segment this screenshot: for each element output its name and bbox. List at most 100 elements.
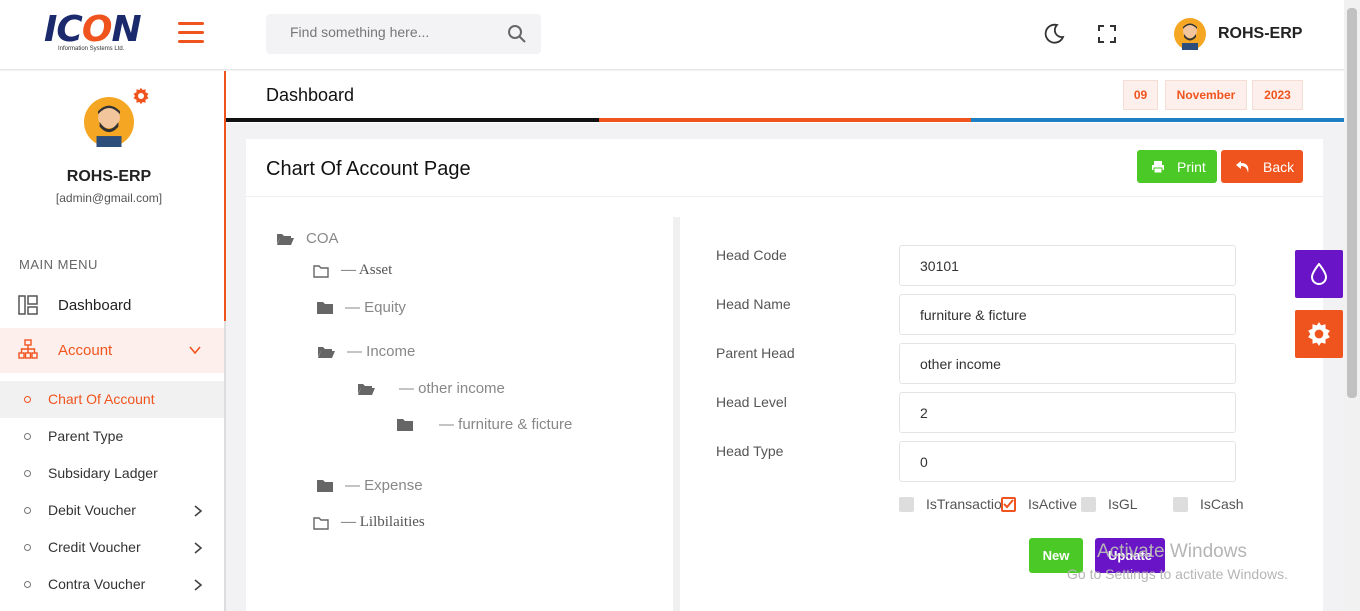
sidebar-subitem-label: Subsidary Ladger bbox=[48, 465, 158, 481]
brand-logo[interactable]: ICON Information Systems Ltd. bbox=[44, 12, 144, 56]
sidebar-subitem-label: Credit Voucher bbox=[48, 539, 141, 555]
profile-settings-gear-icon[interactable] bbox=[132, 87, 150, 105]
search-icon[interactable] bbox=[507, 24, 527, 44]
sidebar-subitem-label: Chart Of Account bbox=[48, 391, 155, 407]
sidebar-subitem-label: Contra Voucher bbox=[48, 576, 146, 592]
folder-open-icon bbox=[318, 346, 335, 358]
droplet-icon bbox=[1310, 263, 1328, 285]
tree-node-income[interactable]: — Income bbox=[317, 343, 415, 360]
page-header-title: Dashboard bbox=[266, 85, 355, 105]
head-type-input[interactable] bbox=[899, 441, 1236, 482]
bullet-icon bbox=[24, 507, 31, 514]
date-year-badge: 2023 bbox=[1252, 80, 1303, 110]
print-button[interactable]: Print bbox=[1137, 150, 1217, 183]
chevron-right-icon[interactable] bbox=[192, 504, 204, 518]
tree-node-furniture-ficture[interactable]: — furniture & ficture bbox=[397, 416, 572, 433]
user-avatar[interactable] bbox=[1174, 18, 1206, 50]
sidebar: ROHS-ERP [admin@gmail.com] MAIN MENU Das… bbox=[0, 71, 224, 611]
head-name-input[interactable] bbox=[899, 294, 1236, 335]
gear-icon bbox=[1308, 322, 1330, 346]
windows-activation-watermark-text: Go to Settings to activate Windows. bbox=[1067, 566, 1288, 582]
folder-outline-icon bbox=[313, 264, 329, 278]
tree-node-expense[interactable]: — Expense bbox=[317, 477, 423, 494]
bullet-icon bbox=[24, 544, 31, 551]
is-active-checkbox[interactable]: IsActive bbox=[1001, 496, 1077, 512]
head-code-label: Head Code bbox=[716, 247, 787, 263]
folder-open-icon bbox=[277, 233, 294, 245]
sidebar-subitem-label: Parent Type bbox=[48, 428, 124, 444]
chevron-right-icon[interactable] bbox=[192, 541, 204, 555]
head-level-label: Head Level bbox=[716, 394, 787, 410]
profile-email: [admin@gmail.com] bbox=[55, 191, 163, 205]
sitemap-icon bbox=[18, 339, 38, 359]
sidebar-item-dashboard[interactable]: Dashboard bbox=[0, 284, 224, 326]
bullet-icon bbox=[24, 433, 31, 440]
folder-icon bbox=[397, 419, 413, 431]
bullet-icon bbox=[24, 396, 31, 403]
head-level-input[interactable] bbox=[899, 392, 1236, 433]
bullet-icon bbox=[24, 581, 31, 588]
sidebar-subitem-debit-voucher[interactable]: Debit Voucher bbox=[0, 492, 224, 529]
head-type-label: Head Type bbox=[716, 443, 784, 459]
back-label: Back bbox=[1263, 158, 1295, 175]
fullscreen-icon[interactable] bbox=[1097, 24, 1117, 44]
sidebar-border bbox=[224, 71, 226, 611]
tree-node-other-income[interactable]: — other income bbox=[357, 380, 505, 397]
tree-form-divider bbox=[673, 217, 680, 611]
folder-outline-icon bbox=[313, 516, 329, 530]
logo-wordmark: ICON bbox=[44, 9, 142, 50]
profile-name: ROHS-ERP bbox=[66, 168, 152, 185]
chevron-down-icon[interactable] bbox=[188, 343, 202, 357]
folder-icon bbox=[317, 302, 333, 314]
logo-subtitle: Information Systems Ltd. bbox=[58, 46, 125, 52]
back-button[interactable]: Back bbox=[1221, 150, 1303, 183]
sidebar-item-label: Dashboard bbox=[58, 296, 132, 314]
tree-node-asset[interactable]: — Asset bbox=[313, 262, 392, 279]
checkbox-box[interactable] bbox=[1081, 496, 1096, 512]
tree-node-lilbilaities[interactable]: — Lilbilaities bbox=[313, 514, 425, 531]
sidebar-subitem-parent-type[interactable]: Parent Type bbox=[0, 418, 224, 455]
head-code-input[interactable] bbox=[899, 245, 1236, 286]
sidebar-subitem-subsidary-ladger[interactable]: Subsidary Ladger bbox=[0, 455, 224, 492]
checkbox-box[interactable] bbox=[899, 496, 914, 512]
hamburger-menu-icon[interactable] bbox=[178, 22, 204, 44]
is-cash-checkbox[interactable]: IsCash bbox=[1173, 496, 1244, 512]
moon-icon[interactable] bbox=[1042, 22, 1066, 46]
search-box bbox=[266, 14, 541, 54]
top-username[interactable]: ROHS-ERP bbox=[1218, 25, 1302, 43]
profile-avatar bbox=[84, 97, 134, 147]
settings-button[interactable] bbox=[1295, 310, 1343, 358]
sidebar-item-label: Account bbox=[58, 342, 113, 359]
bullet-icon bbox=[24, 470, 31, 477]
scrollbar-thumb[interactable] bbox=[1347, 8, 1357, 398]
theme-color-button[interactable] bbox=[1295, 250, 1343, 298]
is-gl-checkbox[interactable]: IsGL bbox=[1081, 496, 1138, 512]
chevron-right-icon[interactable] bbox=[192, 578, 204, 592]
page-scrollbar[interactable] bbox=[1344, 0, 1360, 611]
date-month-badge: November bbox=[1165, 80, 1247, 110]
tree-node-equity[interactable]: — Equity bbox=[317, 299, 406, 316]
sidebar-item-account[interactable]: Account bbox=[0, 328, 224, 373]
sidebar-subitem-credit-voucher[interactable]: Credit Voucher bbox=[0, 529, 224, 566]
date-day-badge: 09 bbox=[1123, 80, 1158, 110]
sidebar-subitem-chart-of-account[interactable]: Chart Of Account bbox=[0, 381, 224, 418]
print-label: Print bbox=[1177, 158, 1206, 175]
dashboard-icon bbox=[18, 295, 38, 315]
is-transaction-checkbox[interactable]: IsTransaction bbox=[899, 496, 1003, 512]
tree-node-coa[interactable]: COA bbox=[276, 230, 339, 247]
page-header: Dashboard 09 November 2023 bbox=[226, 71, 1344, 123]
checkbox-box-checked[interactable] bbox=[1001, 496, 1016, 512]
sidebar-subitem-contra-voucher[interactable]: Contra Voucher bbox=[0, 566, 224, 603]
checkbox-box[interactable] bbox=[1173, 496, 1188, 512]
folder-icon bbox=[317, 480, 333, 492]
main-menu-title: MAIN MENU bbox=[19, 257, 98, 272]
header-color-strip bbox=[226, 118, 1345, 122]
head-name-label: Head Name bbox=[716, 296, 791, 312]
windows-activation-watermark-title: Activate Windows bbox=[1097, 541, 1247, 562]
search-input[interactable] bbox=[290, 24, 510, 40]
sidebar-subitem-label: Debit Voucher bbox=[48, 502, 136, 518]
parent-head-label: Parent Head bbox=[716, 345, 795, 361]
undo-arrow-icon bbox=[1236, 160, 1249, 173]
parent-head-input[interactable] bbox=[899, 343, 1236, 384]
card-divider bbox=[246, 196, 1323, 197]
